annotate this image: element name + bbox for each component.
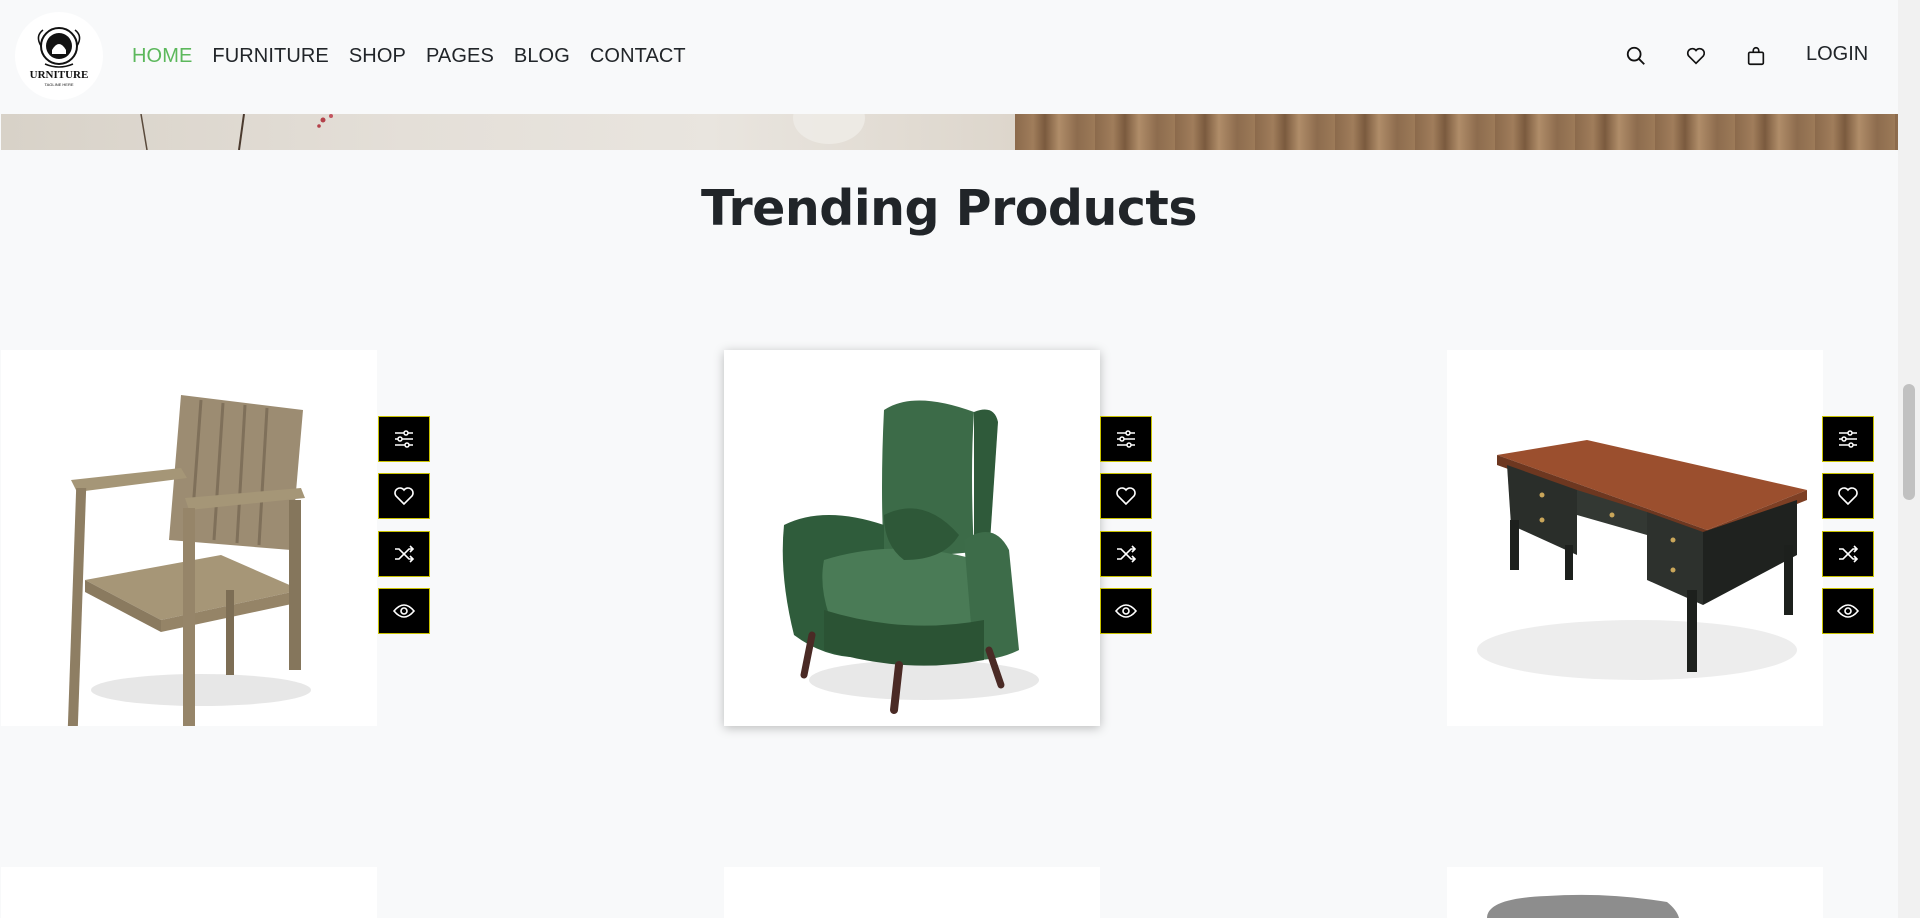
nav-furniture[interactable]: FURNITURE	[212, 45, 328, 68]
quick-view-button[interactable]	[378, 588, 430, 634]
nav-contact[interactable]: CONTACT	[590, 45, 686, 68]
quick-view-button[interactable]	[1822, 588, 1874, 634]
product-image-partial	[1487, 894, 1679, 918]
sliders-icon	[395, 430, 413, 448]
page-scrollbar[interactable]	[1898, 0, 1920, 918]
heart-icon[interactable]	[1683, 43, 1709, 69]
product-image-wooden-desk	[1477, 440, 1807, 680]
nav-shop[interactable]: SHOP	[349, 45, 406, 68]
heart-icon	[1116, 487, 1136, 506]
compare-button[interactable]	[1100, 531, 1152, 577]
eye-icon	[1836, 604, 1860, 618]
svg-text:URNITURE: URNITURE	[30, 69, 89, 81]
banner-image-right	[1015, 114, 1898, 150]
add-to-wishlist-button[interactable]	[378, 473, 430, 519]
shuffle-icon	[395, 545, 415, 563]
login-link[interactable]: LOGIN	[1806, 43, 1868, 66]
sliders-icon	[1839, 430, 1857, 448]
shopping-bag-icon[interactable]	[1743, 43, 1769, 69]
main-nav: HOME FURNITURE SHOP PAGES BLOG CONTACT	[132, 0, 706, 112]
shuffle-icon	[1117, 545, 1137, 563]
add-to-wishlist-button[interactable]	[1100, 473, 1152, 519]
logo-emblem-icon: URNITURE TAGLINE HERE	[30, 27, 89, 87]
scrollbar-thumb[interactable]	[1903, 384, 1915, 500]
product-card[interactable]	[1447, 867, 1823, 918]
product-card[interactable]	[1447, 350, 1823, 726]
heart-icon	[1838, 487, 1858, 506]
product-card[interactable]	[1, 867, 377, 918]
quick-view-button[interactable]	[1100, 588, 1152, 634]
product-image-green-armchair	[782, 400, 1039, 714]
compare-settings-button[interactable]	[1100, 416, 1152, 462]
compare-settings-button[interactable]	[378, 416, 430, 462]
nav-blog[interactable]: BLOG	[514, 45, 570, 68]
eye-icon	[1114, 604, 1138, 618]
section-title: Trending Products	[700, 180, 1198, 237]
product-image-wooden-chair	[67, 395, 311, 726]
shuffle-icon	[1839, 545, 1859, 563]
banner-image-left	[1, 114, 1015, 150]
compare-settings-button[interactable]	[1822, 416, 1874, 462]
nav-home[interactable]: HOME	[132, 45, 192, 68]
product-card[interactable]	[724, 350, 1100, 726]
site-header: URNITURE TAGLINE HERE HOME FURNITURE SHO…	[0, 0, 1898, 114]
hero-banner-bottom	[1, 114, 1898, 150]
sliders-icon	[1117, 430, 1135, 448]
heart-icon	[394, 487, 414, 506]
eye-icon	[392, 604, 416, 618]
add-to-wishlist-button[interactable]	[1822, 473, 1874, 519]
site-logo[interactable]: URNITURE TAGLINE HERE	[15, 12, 103, 100]
compare-button[interactable]	[378, 531, 430, 577]
product-card[interactable]	[1, 350, 377, 726]
compare-button[interactable]	[1822, 531, 1874, 577]
search-icon[interactable]	[1623, 43, 1649, 69]
svg-text:TAGLINE HERE: TAGLINE HERE	[44, 82, 73, 87]
nav-pages[interactable]: PAGES	[426, 45, 494, 68]
product-card[interactable]	[724, 867, 1100, 918]
